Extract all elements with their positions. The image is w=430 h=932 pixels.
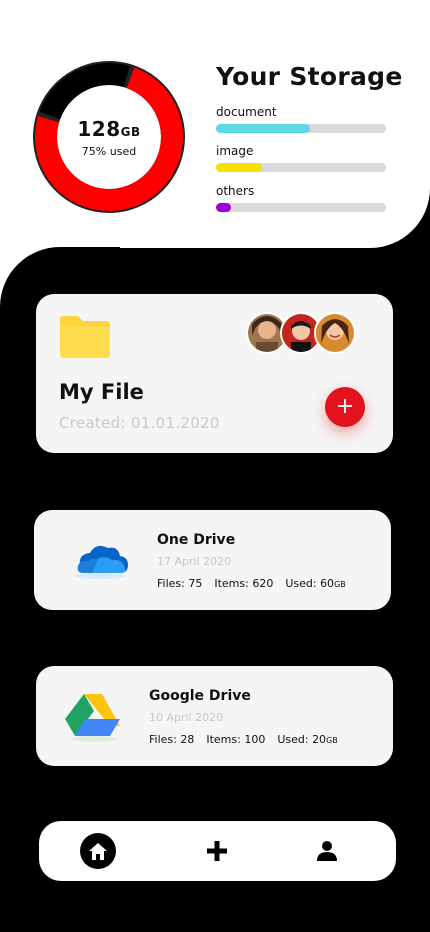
bar-track [216, 124, 386, 133]
bar-fill [216, 124, 310, 133]
bar-track [216, 203, 386, 212]
bottom-nav [39, 821, 396, 881]
google-drive-icon [65, 694, 120, 742]
drive-files: Files: 28 [149, 733, 195, 746]
bar-label: image [216, 144, 254, 158]
bar-fill [216, 163, 262, 172]
my-file-card[interactable]: My File Created: 01.01.2020 + [36, 294, 393, 453]
bar-label: document [216, 105, 277, 119]
storage-bar-document: document [216, 105, 386, 133]
collaborator-avatars [246, 312, 366, 354]
plus-icon [207, 841, 227, 861]
nav-add-button[interactable] [199, 833, 235, 869]
nav-profile-button[interactable] [309, 833, 345, 869]
drive-date: 10 April 2020 [149, 711, 224, 724]
storage-used-text: 75% used [81, 144, 137, 158]
drive-name: Google Drive [149, 688, 251, 704]
onedrive-card[interactable]: One Drive 17 April 2020 Files: 75 Items: … [34, 510, 391, 610]
drive-stats: Files: 28 Items: 100 Used: 20GB [149, 733, 350, 746]
bar-fill [216, 203, 232, 212]
nav-home-button[interactable] [80, 833, 116, 869]
drive-stats: Files: 75 Items: 620 Used: 60GB [157, 577, 358, 590]
drive-used: Used: 60GB [285, 577, 346, 590]
drive-date: 17 April 2020 [157, 555, 232, 568]
storage-total: 128GB [77, 116, 141, 141]
folder-icon [60, 316, 110, 358]
drive-items: Items: 100 [206, 733, 266, 746]
donut-center: 128GB 75% used [32, 60, 186, 214]
add-file-button[interactable]: + [325, 387, 365, 427]
avatar[interactable] [314, 312, 356, 354]
drive-name: One Drive [157, 532, 236, 548]
storage-bar-others: others [216, 184, 386, 212]
drive-items: Items: 620 [214, 577, 274, 590]
my-file-created: Created: 01.01.2020 [59, 414, 220, 432]
google-drive-card[interactable]: Google Drive 10 April 2020 Files: 28 Item… [36, 666, 393, 766]
my-file-title: My File [59, 380, 144, 404]
drive-used: Used: 20GB [277, 733, 338, 746]
user-icon [317, 841, 337, 861]
storage-title: Your Storage [216, 62, 403, 91]
storage-bar-image: image [216, 144, 386, 172]
home-icon [80, 833, 116, 869]
drive-files: Files: 75 [157, 577, 203, 590]
bar-label: others [216, 184, 255, 198]
onedrive-icon [74, 545, 128, 579]
bar-track [216, 163, 386, 172]
